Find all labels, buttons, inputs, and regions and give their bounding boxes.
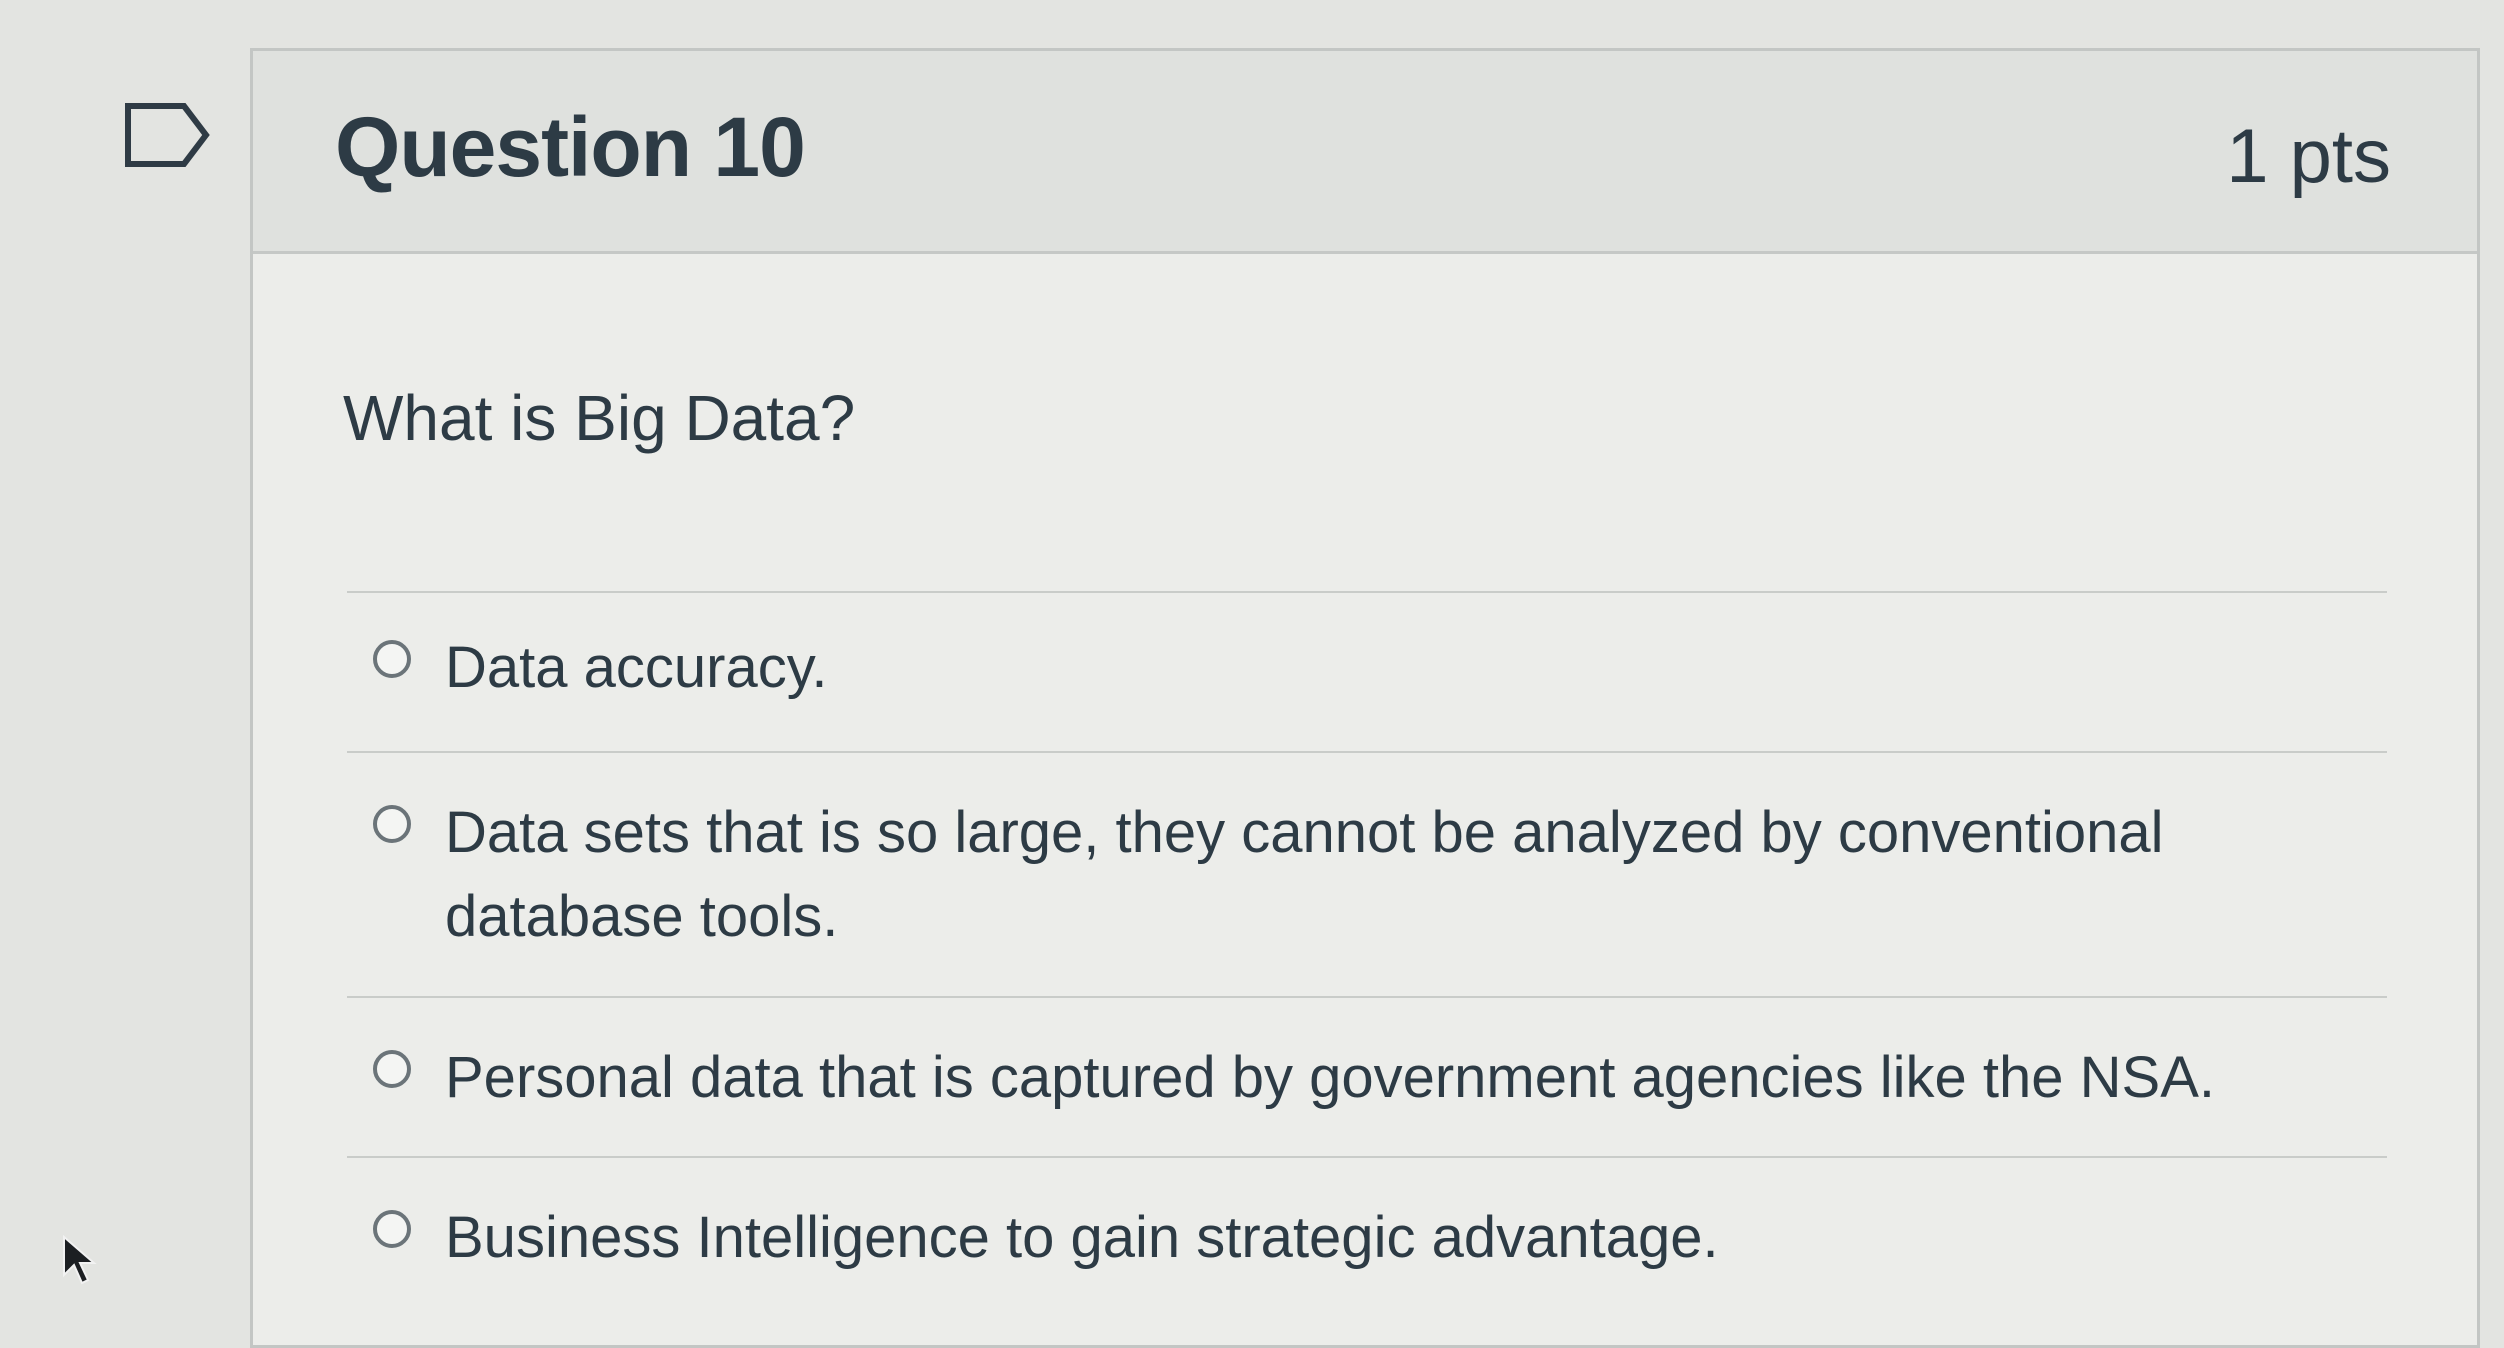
- question-text: What is Big Data?: [343, 382, 856, 454]
- answer-option-1[interactable]: Data accuracy.: [373, 626, 2277, 710]
- answer-label[interactable]: Business Intelligence to gain strategic …: [445, 1196, 1719, 1280]
- radio-button[interactable]: [373, 640, 411, 678]
- question-title: Question 10: [335, 100, 806, 194]
- answer-option-4[interactable]: Business Intelligence to gain strategic …: [373, 1196, 2277, 1280]
- answer-option-3[interactable]: Personal data that is captured by govern…: [373, 1036, 2277, 1120]
- question-header: Question 10 1 pts: [253, 51, 2477, 254]
- radio-button[interactable]: [373, 805, 411, 843]
- flag-question-icon[interactable]: [122, 100, 212, 170]
- question-points: 1 pts: [2226, 114, 2391, 199]
- answer-divider: [347, 591, 2387, 593]
- answer-label[interactable]: Personal data that is captured by govern…: [445, 1036, 2215, 1120]
- answer-label[interactable]: Data sets that is so large, they cannot …: [445, 791, 2277, 959]
- answer-option-2[interactable]: Data sets that is so large, they cannot …: [373, 791, 2277, 959]
- answer-divider: [347, 1156, 2387, 1158]
- answer-divider: [347, 996, 2387, 998]
- radio-button[interactable]: [373, 1210, 411, 1248]
- answer-label[interactable]: Data accuracy.: [445, 626, 828, 710]
- radio-button[interactable]: [373, 1050, 411, 1088]
- question-card: Question 10 1 pts What is Big Data? Data…: [250, 48, 2480, 1348]
- answer-divider: [347, 751, 2387, 753]
- mouse-pointer-icon: [60, 1234, 100, 1285]
